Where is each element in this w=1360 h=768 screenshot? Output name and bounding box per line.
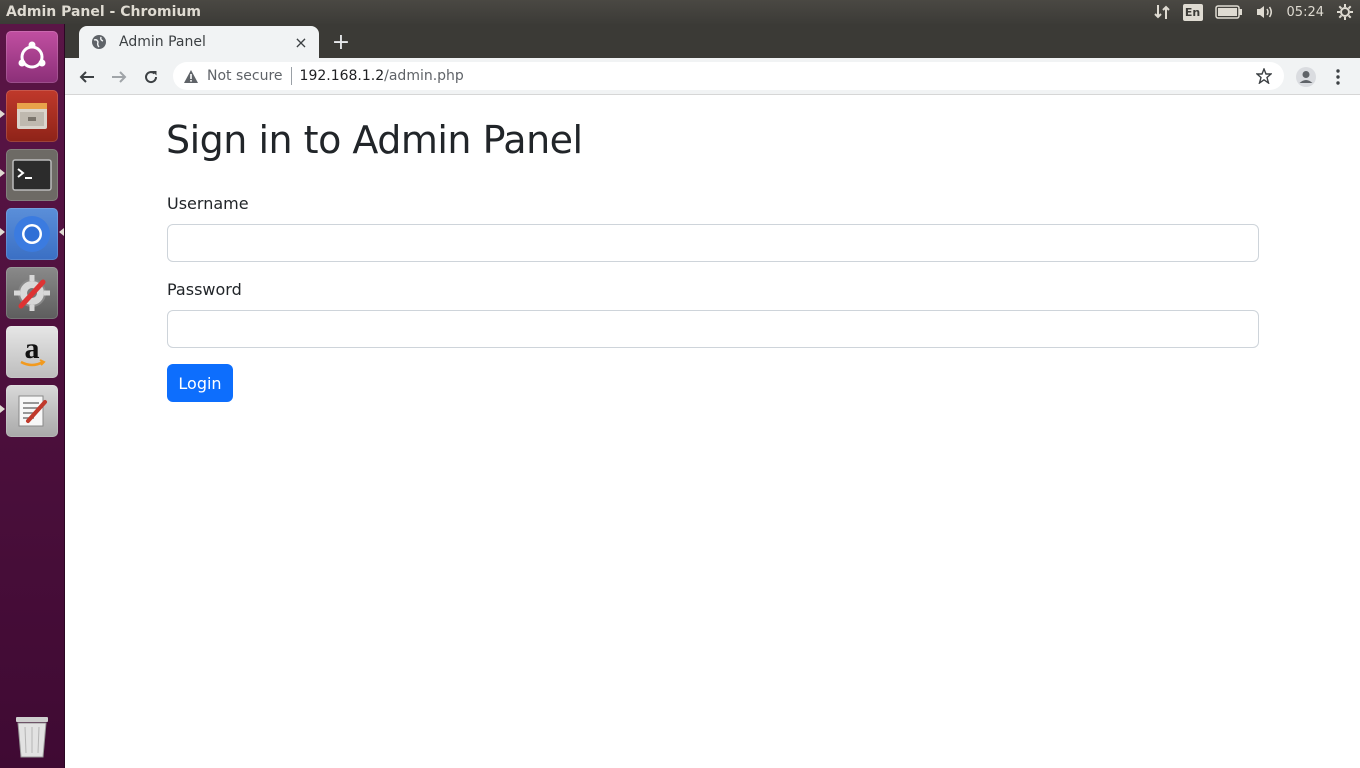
profile-avatar-icon[interactable] bbox=[1292, 63, 1320, 91]
network-icon[interactable] bbox=[1153, 0, 1171, 24]
new-tab-button[interactable]: + bbox=[329, 30, 353, 55]
address-bar[interactable]: Not secure 192.168.1.2/admin.php bbox=[173, 62, 1284, 90]
clock[interactable]: 05:24 bbox=[1287, 0, 1324, 24]
url-text[interactable]: 192.168.1.2/admin.php bbox=[300, 68, 1252, 84]
menu-kebab-icon[interactable] bbox=[1324, 63, 1352, 91]
close-tab-icon[interactable]: × bbox=[291, 32, 311, 52]
running-indicator bbox=[0, 169, 5, 177]
back-arrow-icon[interactable] bbox=[73, 63, 101, 91]
files-icon[interactable] bbox=[6, 90, 58, 142]
bookmark-star-icon[interactable] bbox=[1252, 64, 1276, 88]
tab-strip: Admin Panel × + bbox=[65, 24, 1360, 58]
password-input[interactable] bbox=[167, 310, 1259, 348]
page-title: Sign in to Admin Panel bbox=[166, 118, 583, 162]
globe-icon bbox=[91, 34, 107, 50]
running-indicator bbox=[0, 228, 5, 236]
svg-text:a: a bbox=[25, 334, 40, 365]
unity-launcher: a bbox=[0, 24, 65, 768]
tab-admin-panel[interactable]: Admin Panel × bbox=[79, 26, 319, 58]
running-indicator bbox=[0, 110, 5, 118]
warning-icon[interactable] bbox=[183, 68, 199, 84]
system-indicators: En 05:24 bbox=[1141, 0, 1360, 24]
username-input[interactable] bbox=[167, 224, 1259, 262]
system-settings-icon[interactable] bbox=[6, 267, 58, 319]
password-label: Password bbox=[167, 280, 242, 299]
security-status[interactable]: Not secure bbox=[207, 68, 283, 84]
text-editor-icon[interactable] bbox=[6, 385, 58, 437]
tab-title: Admin Panel bbox=[119, 34, 206, 50]
running-indicator bbox=[0, 405, 5, 413]
reload-icon[interactable] bbox=[137, 63, 165, 91]
terminal-icon[interactable] bbox=[6, 149, 58, 201]
page-content: Sign in to Admin Panel Username Password… bbox=[65, 96, 1360, 768]
top-panel: Admin Panel - Chromium En 05:24 bbox=[0, 0, 1360, 24]
focused-indicator bbox=[59, 228, 64, 236]
amazon-icon[interactable]: a bbox=[6, 326, 58, 378]
ubuntu-dash-icon[interactable] bbox=[6, 31, 58, 83]
window-title: Admin Panel - Chromium bbox=[6, 4, 201, 20]
browser-toolbar: Not secure 192.168.1.2/admin.php bbox=[65, 58, 1360, 95]
chromium-icon[interactable] bbox=[6, 208, 58, 260]
url-path: /admin.php bbox=[384, 68, 464, 84]
volume-icon[interactable] bbox=[1255, 0, 1275, 24]
browser-window: Admin Panel × + Not secure 192.168.1.2/a… bbox=[65, 24, 1360, 768]
forward-arrow-icon[interactable] bbox=[105, 63, 133, 91]
username-label: Username bbox=[167, 194, 249, 213]
url-host: 192.168.1.2 bbox=[299, 68, 385, 84]
keyboard-layout-indicator[interactable]: En bbox=[1182, 0, 1203, 24]
power-gear-icon[interactable] bbox=[1336, 0, 1354, 24]
language-badge: En bbox=[1182, 3, 1203, 21]
battery-icon[interactable] bbox=[1214, 0, 1243, 24]
login-button[interactable]: Login bbox=[167, 364, 233, 402]
omnibox-divider bbox=[290, 67, 292, 85]
trash-icon[interactable] bbox=[6, 710, 58, 762]
